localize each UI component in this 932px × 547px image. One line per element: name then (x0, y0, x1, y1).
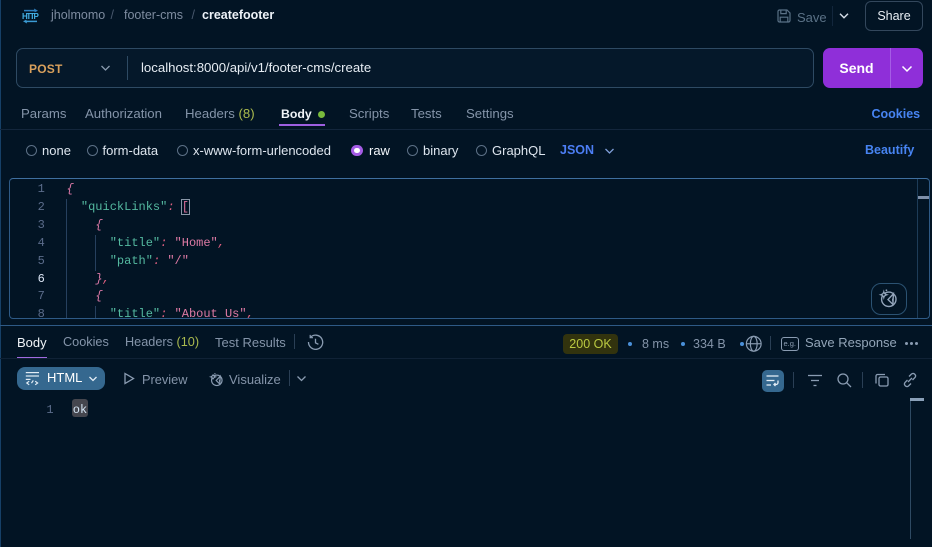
svg-text:HTTP: HTTP (22, 12, 39, 21)
